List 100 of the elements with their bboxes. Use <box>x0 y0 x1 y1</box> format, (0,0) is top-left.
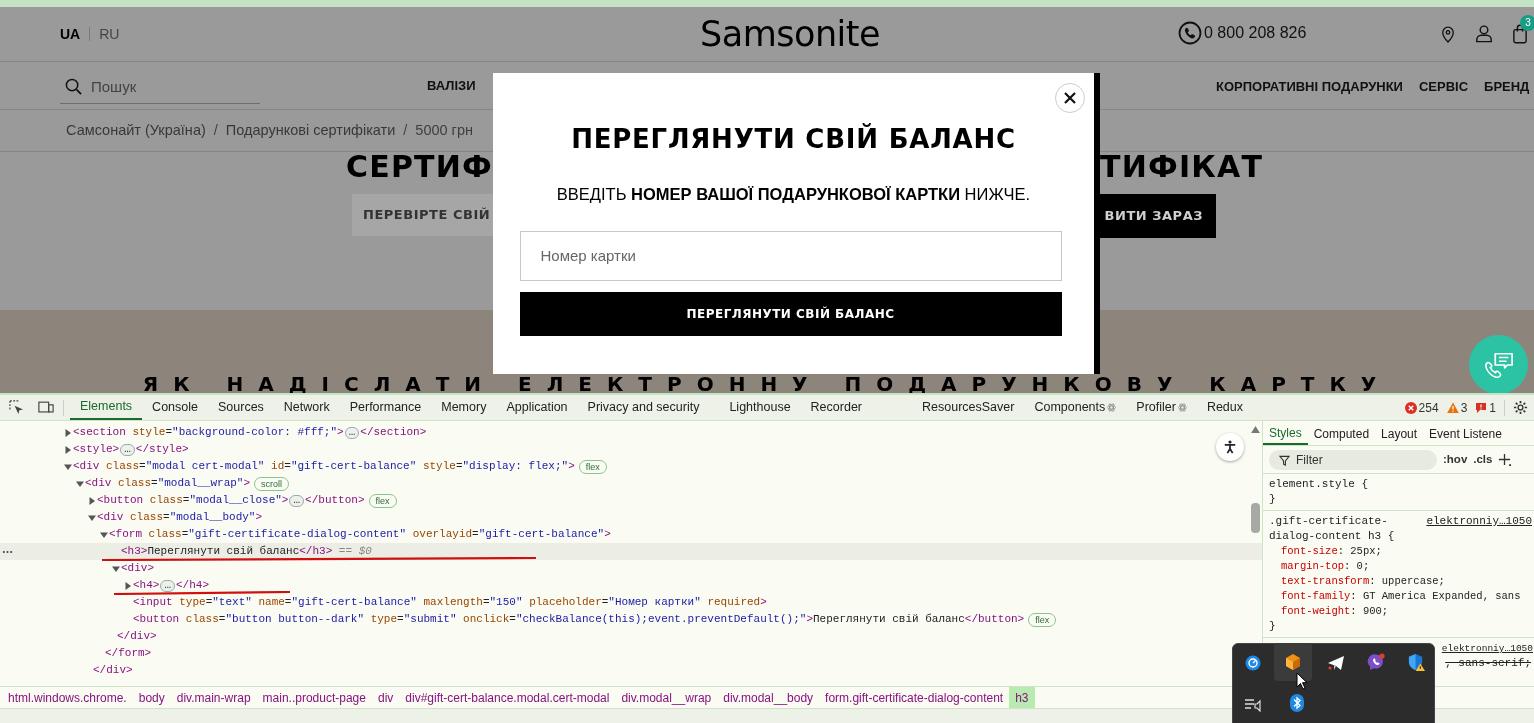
css-declaration[interactable]: font-family: GT America Expanded, sans <box>1269 589 1532 604</box>
devtools-tab[interactable]: Profiler <box>1126 395 1197 420</box>
accessibility-button[interactable] <box>1216 433 1244 461</box>
tray-icon-button[interactable] <box>1274 643 1312 681</box>
disclosure-triangle-icon[interactable] <box>88 496 96 505</box>
phone-number[interactable]: 0 800 208 826 <box>1204 21 1307 45</box>
card-number-field[interactable]: Номер картки <box>519 230 1062 281</box>
dom-node[interactable]: <div class="modal cert-modal" id="gift-cert-balance" style="display: flex;"> flex <box>0 458 1262 475</box>
css-declaration[interactable]: font-size: 25px; <box>1269 544 1532 559</box>
issue-counter[interactable]: 3 <box>1446 398 1468 417</box>
dom-node[interactable]: <form class="gift-certificate-dialog-content" overlayid="gift-cert-balance"> <box>0 526 1262 543</box>
devtools-tab[interactable]: Memory <box>431 395 497 420</box>
disclosure-triangle-icon[interactable] <box>100 530 108 539</box>
dom-node[interactable]: <div> <box>0 560 1262 577</box>
breadcrumb-item[interactable]: main..product-page <box>256 687 372 708</box>
toggle-button[interactable]: .cls <box>1473 450 1493 469</box>
devtools-tab[interactable]: Application <box>496 395 578 420</box>
css-declaration[interactable]: text-transform: uppercase; <box>1269 574 1532 589</box>
check-balance-button[interactable]: ПЕРЕГЛЯНУТИ СВІЙ БАЛАНС <box>519 291 1062 336</box>
playlist-speaker-icon <box>1244 698 1262 712</box>
user-icon[interactable] <box>1475 24 1493 43</box>
nav-link[interactable]: КОРПОРАТИВНІ ПОДАРУНКИ <box>1216 77 1403 97</box>
styles-tab[interactable]: Styles <box>1263 422 1308 445</box>
scrollbar-thumb[interactable] <box>1251 503 1260 533</box>
scroll-up-arrow-icon[interactable] <box>1251 426 1260 433</box>
issue-counter[interactable]: 1 <box>1475 398 1496 417</box>
issue-counter[interactable]: 254 <box>1404 398 1439 417</box>
styles-tab[interactable]: Computed <box>1307 422 1376 445</box>
breadcrumb-link[interactable]: Подарункові сертифікати <box>225 119 396 142</box>
language-link[interactable]: UA <box>60 23 81 45</box>
devtools-tab[interactable]: Sources <box>208 395 274 420</box>
disclosure-triangle-icon[interactable] <box>64 462 72 471</box>
filter-field[interactable]: Filter <box>1269 449 1437 470</box>
styles-tab[interactable]: Layout <box>1375 422 1424 445</box>
new-rule-plus-icon[interactable] <box>1498 453 1512 466</box>
nav-link[interactable]: БРЕНД <box>1484 77 1530 97</box>
breadcrumb-link[interactable]: Самсонайт (Україна) <box>66 119 206 142</box>
error-icon <box>1404 401 1417 414</box>
dom-closing-tag: </form> <box>0 645 152 662</box>
disclosure-triangle-icon[interactable] <box>76 479 84 488</box>
breadcrumb-item[interactable]: html.windows.chrome. <box>2 687 133 708</box>
cart-count-badge: 3 <box>1520 15 1534 31</box>
breadcrumb-item[interactable]: body <box>132 687 171 708</box>
devtools-tab[interactable]: Network <box>273 395 340 420</box>
more-icon[interactable] <box>2 550 13 554</box>
search-icon <box>65 78 82 95</box>
paper-plane-icon <box>1327 655 1345 671</box>
dom-node[interactable]: <h4> … </h4> <box>0 577 1262 594</box>
styles-tab[interactable]: Event Listene <box>1423 422 1508 445</box>
settings-icon[interactable] <box>1513 400 1528 415</box>
css-declaration[interactable]: margin-top: 0; <box>1269 559 1532 574</box>
source-link[interactable]: elektronniy…1050 <box>1426 514 1532 529</box>
dom-node[interactable]: <button class="modal__close"> … </button> flex <box>0 492 1262 509</box>
css-selector: element.style { <box>1269 477 1370 492</box>
disclosure-triangle-icon[interactable] <box>64 445 72 454</box>
breadcrumb-item[interactable]: div.modal__wrap <box>615 687 718 708</box>
devtools-tab[interactable]: Lighthouse <box>719 395 801 420</box>
accessibility-icon <box>1223 440 1237 454</box>
buy-now-button[interactable]: ВИТИ ЗАРАЗ <box>1100 194 1216 238</box>
disclosure-triangle-icon[interactable] <box>112 564 120 573</box>
devtools-tab[interactable]: Redux <box>1196 395 1254 420</box>
logo[interactable]: Samsonite <box>700 14 881 54</box>
disclosure-triangle-icon[interactable] <box>124 581 132 590</box>
dom-node[interactable]: <div class="modal__wrap"> scroll <box>0 475 1262 492</box>
breadcrumb-item[interactable]: div.main-wrap <box>170 687 257 708</box>
breadcrumb-item[interactable]: div.modal__body <box>717 687 820 708</box>
dom-node[interactable]: <button class="button button--dark" type="submit" onclick="checkBalance(this);event.preventDefault();">Переглянути свій баланс</button> flex <box>0 611 1262 628</box>
check-balance-button[interactable]: ПЕРЕВІРТЕ СВІЙ <box>352 194 493 236</box>
inspect-element-icon[interactable] <box>9 400 24 415</box>
breadcrumb-current: 5000 грн <box>415 120 473 140</box>
close-button[interactable] <box>1055 83 1085 113</box>
close-icon <box>1064 92 1076 104</box>
device-toolbar-icon[interactable] <box>38 401 54 414</box>
dom-node[interactable]: <section style="background-color: #fff;"> … </section> <box>0 424 1262 441</box>
toggle-button[interactable]: :hov <box>1443 450 1468 469</box>
filter-icon <box>1279 454 1290 466</box>
devtools-tab[interactable]: Elements <box>70 395 143 420</box>
dom-node[interactable]: <style> … </style> <box>0 441 1262 458</box>
css-declaration[interactable]: font-weight: 900; <box>1269 604 1532 619</box>
search-field[interactable]: Пошук <box>60 70 260 104</box>
dom-node[interactable]: <div class="modal__body"> <box>0 509 1262 526</box>
devtools-tab[interactable]: Privacy and security <box>577 395 710 420</box>
source-link[interactable]: elektronniy…1050 <box>1441 641 1533 656</box>
disclosure-triangle-icon[interactable] <box>88 513 96 522</box>
issue-icon <box>1475 401 1488 414</box>
devtools-tab[interactable]: Console <box>142 395 208 420</box>
breadcrumb-item[interactable]: form.gift-certificate-dialog-content <box>819 687 1010 708</box>
breadcrumb-item[interactable]: h3 <box>1009 687 1035 708</box>
breadcrumb-item[interactable]: div#gift-cert-balance.modal.cert-modal <box>399 687 616 708</box>
devtools-tab[interactable]: Recorder <box>800 395 872 420</box>
devtools-tab[interactable]: Performance <box>339 395 432 420</box>
dom-node[interactable]: <input type="text" name="gift-cert-balance" maxlength="150" placeholder="Номер картки" required> <box>0 594 1262 611</box>
devtools-tab[interactable]: Components <box>1024 395 1127 420</box>
devtools-tab[interactable]: ResourcesSaver <box>912 395 1025 420</box>
nav-link[interactable]: ВАЛІЗИ <box>427 75 476 96</box>
breadcrumb-item[interactable]: div <box>371 687 400 708</box>
nav-link[interactable]: СЕРВІС <box>1418 77 1469 97</box>
dom-node[interactable]: <h3>Переглянути свій баланс</h3> == $0 <box>0 543 1262 560</box>
disclosure-triangle-icon[interactable] <box>64 428 72 437</box>
location-pin-icon[interactable] <box>1441 26 1455 44</box>
